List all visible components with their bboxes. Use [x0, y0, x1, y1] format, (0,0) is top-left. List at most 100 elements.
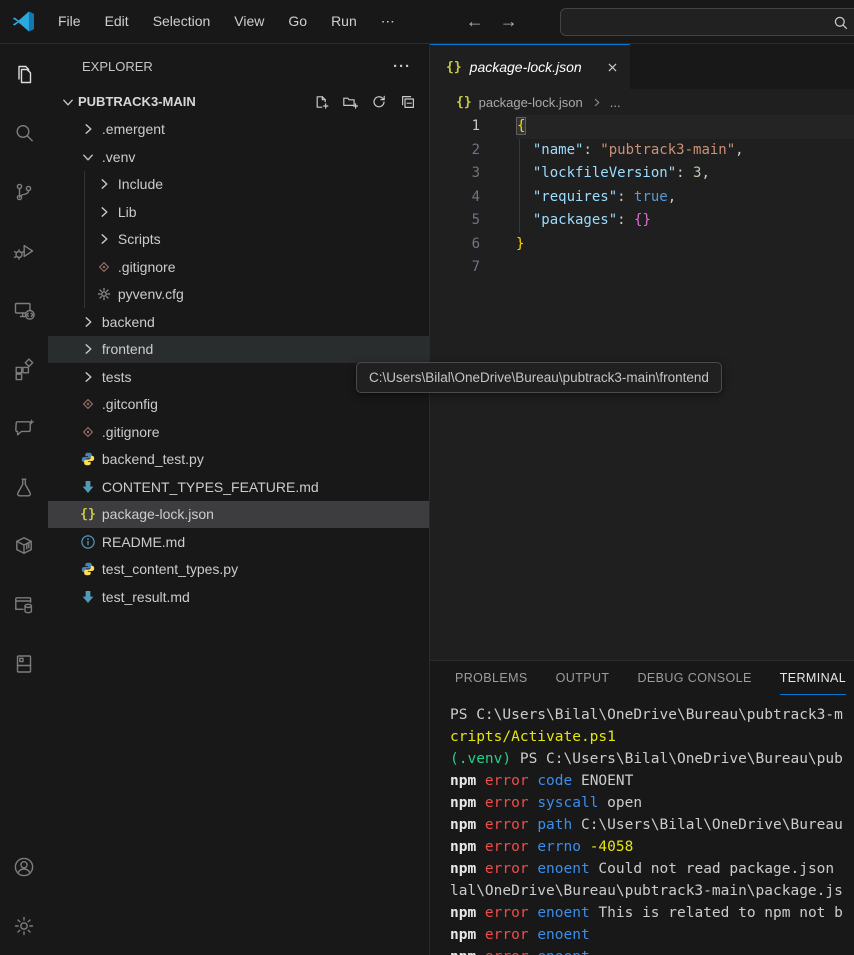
activity-bar-database[interactable]	[0, 575, 48, 634]
tree-item-pyvenv-cfg[interactable]: pyvenv.cfg	[48, 281, 429, 309]
code-line-3[interactable]: 3 "lockfileVersion": 3,	[430, 162, 854, 186]
tree-item-label: frontend	[98, 341, 153, 357]
activity-bar-accounts[interactable]	[0, 837, 48, 896]
indent-guide	[84, 253, 85, 281]
tree-item--gitconfig[interactable]: .gitconfig	[48, 391, 429, 419]
tree-item--emergent[interactable]: .emergent	[48, 116, 429, 144]
terminal-line-2: cripts/Activate.ps1	[450, 726, 854, 748]
tree-item--gitignore[interactable]: .gitignore	[48, 253, 429, 281]
activity-bar-testing[interactable]	[0, 457, 48, 516]
tree-item-label: pyvenv.cfg	[114, 286, 184, 302]
tree-item--venv[interactable]: .venv	[48, 143, 429, 171]
terminal-line-1: PS C:\Users\Bilal\OneDrive\Bureau\pubtra…	[450, 704, 854, 726]
menu-more[interactable]: ⋯	[370, 8, 406, 35]
activity-bar-notebook[interactable]	[0, 634, 48, 693]
menu-edit[interactable]: Edit	[94, 8, 140, 35]
explorer-more-icon[interactable]: ···	[393, 58, 411, 75]
code-line-5[interactable]: 5 "packages": {}	[430, 209, 854, 233]
terminal-line-6: npm error path C:\Users\Bilal\OneDrive\B…	[450, 814, 854, 836]
terminal[interactable]: PS C:\Users\Bilal\OneDrive\Bureau\pubtra…	[430, 699, 854, 955]
gear-icon	[94, 286, 114, 302]
chevron-right-icon	[94, 176, 114, 192]
menu-view[interactable]: View	[223, 8, 275, 35]
menu-file[interactable]: File	[47, 8, 92, 35]
panel-tab-output[interactable]: OUTPUT	[556, 661, 610, 695]
python-icon	[78, 451, 98, 467]
git-icon	[78, 424, 98, 440]
files-icon	[12, 62, 36, 86]
nav-back-icon[interactable]: ←	[466, 11, 484, 32]
sidebar-header: EXPLORER ···	[48, 44, 429, 88]
code-text: "requires": true,	[516, 186, 854, 210]
line-number: 4	[430, 186, 516, 210]
command-center-search-input[interactable]	[560, 8, 854, 36]
menu-selection[interactable]: Selection	[142, 8, 222, 35]
terminal-line-9: lal\OneDrive\Bureau\pubtrack3-main\packa…	[450, 880, 854, 902]
tree-item-label: README.md	[98, 534, 185, 550]
panel-tab-problems[interactable]: PROBLEMS	[455, 661, 528, 695]
tree-item-label: backend_test.py	[98, 451, 204, 467]
tab-package-lock-json[interactable]: {} package-lock.json	[430, 44, 630, 89]
activity-bar-extensions[interactable]	[0, 339, 48, 398]
line-number: 5	[430, 209, 516, 233]
panel-tab-terminal[interactable]: TERMINAL	[780, 661, 846, 695]
tree-item--gitignore[interactable]: .gitignore	[48, 418, 429, 446]
activity-bar-source-control[interactable]	[0, 162, 48, 221]
code-line-4[interactable]: 4 "requires": true,	[430, 186, 854, 210]
chevron-right-icon	[94, 204, 114, 220]
editor-group: {} package-lock.json {} package-lock.jso…	[430, 44, 854, 955]
tree-item-include[interactable]: Include	[48, 171, 429, 199]
tree-item-frontend[interactable]: frontend	[48, 336, 429, 364]
activity-bar-run-and-debug[interactable]	[0, 221, 48, 280]
title-bar: FileEditSelectionViewGoRun⋯ ← →	[0, 0, 854, 44]
tree-item-label: Scripts	[114, 231, 161, 247]
indent-guide	[84, 226, 85, 254]
code-line-6[interactable]: 6}	[430, 233, 854, 257]
activity-bar-search[interactable]	[0, 103, 48, 162]
search-icon	[12, 121, 36, 145]
terminal-line-5: npm error syscall open	[450, 792, 854, 814]
chevron-right-icon	[590, 96, 603, 109]
tree-item-label: .gitconfig	[98, 396, 158, 412]
panel-tab-debug-console[interactable]: DEBUG CONSOLE	[637, 661, 751, 695]
chevron-right-icon	[94, 231, 114, 247]
tree-item-scripts[interactable]: Scripts	[48, 226, 429, 254]
nav-forward-icon[interactable]: →	[500, 11, 518, 32]
run-debug-icon	[12, 239, 36, 263]
settings-gear-icon	[12, 914, 36, 938]
close-icon[interactable]	[605, 60, 620, 75]
breadcrumb-symbol[interactable]: ...	[610, 95, 621, 110]
menu-run[interactable]: Run	[320, 8, 368, 35]
tree-root-pubtrack3-main[interactable]: PUBTRACK3-MAIN	[48, 88, 429, 116]
menu-go[interactable]: Go	[277, 8, 318, 35]
code-line-1[interactable]: 1{	[430, 115, 854, 139]
code-line-7[interactable]: 7	[430, 256, 854, 280]
json-braces-icon: {}	[446, 60, 462, 75]
json-braces-icon: {}	[78, 507, 98, 522]
activity-bar-chat[interactable]	[0, 398, 48, 457]
line-number: 6	[430, 233, 516, 257]
chat-icon	[12, 416, 36, 440]
tree-item-package-lock-json[interactable]: {} package-lock.json	[48, 501, 429, 529]
breadcrumb-file[interactable]: package-lock.json	[479, 95, 583, 110]
refresh-icon[interactable]	[371, 94, 387, 110]
tree-item-readme-md[interactable]: README.md	[48, 528, 429, 556]
activity-bar-explorer[interactable]	[0, 44, 48, 103]
tree-item-content-types-feature-md[interactable]: CONTENT_TYPES_FEATURE.md	[48, 473, 429, 501]
new-file-icon[interactable]	[313, 94, 329, 110]
containers-icon	[12, 534, 36, 558]
menu-bar: FileEditSelectionViewGoRun⋯	[47, 8, 406, 35]
code-line-2[interactable]: 2 "name": "pubtrack3-main",	[430, 139, 854, 163]
activity-bar-remote-explorer[interactable]	[0, 280, 48, 339]
collapse-all-icon[interactable]	[400, 94, 416, 110]
new-folder-icon[interactable]	[342, 94, 358, 110]
tree-item-backend-test-py[interactable]: backend_test.py	[48, 446, 429, 474]
tree-item-lib[interactable]: Lib	[48, 198, 429, 226]
activity-bar-containers[interactable]	[0, 516, 48, 575]
line-number: 2	[430, 139, 516, 163]
extensions-icon	[12, 357, 36, 381]
tree-item-test-content-types-py[interactable]: test_content_types.py	[48, 556, 429, 584]
tree-item-backend[interactable]: backend	[48, 308, 429, 336]
activity-bar-manage[interactable]	[0, 896, 48, 955]
tree-item-test-result-md[interactable]: test_result.md	[48, 583, 429, 611]
